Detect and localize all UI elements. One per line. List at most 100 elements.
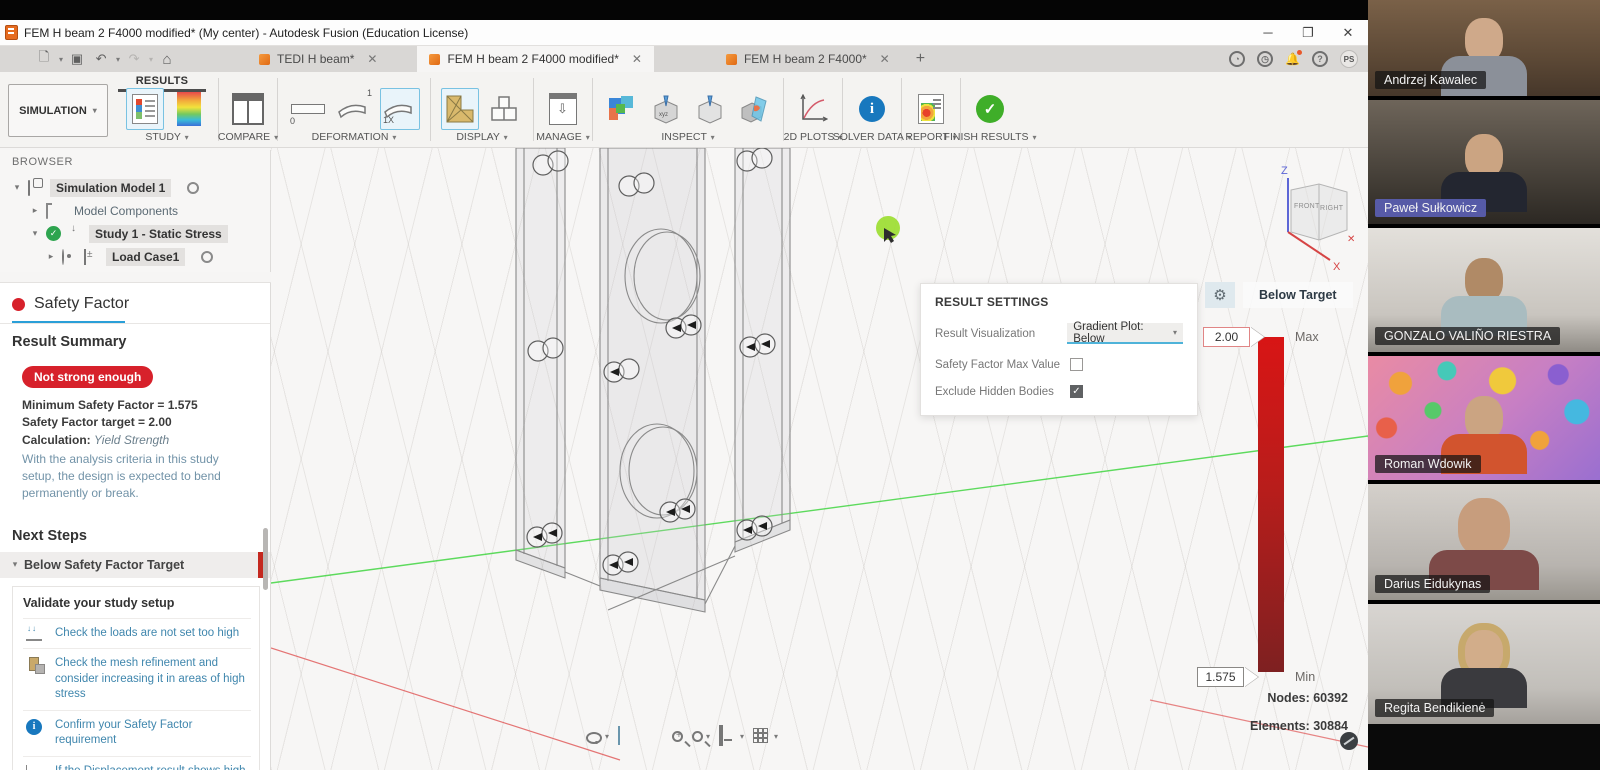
step-confirm-requirement[interactable]: i Confirm your Safety Factor requirement: [23, 710, 251, 756]
restore-button[interactable]: ❐: [1288, 20, 1328, 45]
tree-item-study1[interactable]: ▾ ✓ Study 1 - Static Stress: [12, 222, 270, 245]
workspace-switcher[interactable]: SIMULATION▾: [8, 84, 108, 137]
panel-scrollbar[interactable]: [263, 528, 268, 590]
report-icon: [918, 94, 944, 124]
tree-item-model-components[interactable]: ▸ Model Components: [12, 199, 270, 222]
pan-button[interactable]: [645, 727, 663, 745]
display-plain-button[interactable]: [485, 88, 523, 130]
chevron-down-icon[interactable]: ▾: [59, 55, 63, 64]
plain-display-icon: [491, 96, 517, 122]
group-label-compare[interactable]: COMPARE ▾: [218, 131, 278, 143]
group-label-display[interactable]: DISPLAY ▾: [456, 131, 507, 143]
legend-max-input[interactable]: 2.00: [1203, 327, 1250, 347]
solver-data-button[interactable]: i: [853, 88, 891, 130]
look-at-button[interactable]: [618, 727, 636, 745]
chevron-down-icon[interactable]: ▾: [116, 55, 120, 64]
document-cube-icon: [259, 54, 270, 65]
video-tile[interactable]: Paweł Sułkowicz: [1368, 100, 1600, 224]
3d-viewport[interactable]: FRONT RIGHT Z X ✕ RESULT SETTINGS Result…: [271, 148, 1368, 770]
deformation-actual-button[interactable]: 1X: [380, 88, 420, 130]
participant-name: Roman Wdowik: [1375, 455, 1481, 473]
chevron-down-icon[interactable]: ▾: [12, 182, 22, 193]
legend-button[interactable]: [170, 88, 208, 130]
2d-plots-button[interactable]: [794, 88, 832, 130]
display-settings-button[interactable]: ▾: [719, 727, 744, 745]
doc-tab-tedi-h-beam[interactable]: TEDI H beam* ✕: [247, 46, 389, 72]
grid-icon: [753, 728, 771, 746]
result-visualization-dropdown[interactable]: Gradient Plot: Below ▾: [1067, 323, 1183, 344]
job-status-icon[interactable]: ◷: [1257, 51, 1273, 67]
manage-button[interactable]: [544, 88, 582, 130]
ribbon-group-compare: COMPARE ▾: [219, 72, 277, 147]
video-tile[interactable]: GONZALO VALIÑO RIESTRA: [1368, 228, 1600, 352]
video-tile[interactable]: Darius Eidukynas: [1368, 484, 1600, 600]
legend-settings-button[interactable]: ⚙: [1205, 282, 1235, 308]
close-icon[interactable]: ✕: [880, 52, 890, 66]
group-label-finish-results[interactable]: FINISH RESULTS ▾: [944, 131, 1037, 143]
video-tile[interactable]: Roman Wdowik: [1368, 356, 1600, 480]
x-axis-line: [271, 648, 620, 760]
view-cube[interactable]: [1288, 178, 1347, 260]
file-menu-icon[interactable]: 🗋: [34, 49, 54, 69]
group-label-solver-data[interactable]: SOLVER DATA ▾: [833, 131, 912, 143]
group-label-manage[interactable]: MANAGE ▾: [536, 131, 589, 143]
chevron-down-icon[interactable]: ▾: [30, 228, 40, 239]
inspect-results-button[interactable]: [603, 88, 641, 130]
app-launcher-icon[interactable]: [10, 49, 30, 69]
step-check-loads[interactable]: Check the loads are not set too high: [23, 618, 251, 649]
activate-radio[interactable]: [187, 182, 199, 194]
close-button[interactable]: ✕: [1328, 20, 1368, 45]
doc-tab-fem-f4000[interactable]: FEM H beam 2 F4000* ✕: [714, 46, 902, 72]
undo-icon[interactable]: ↶: [91, 49, 111, 69]
close-icon[interactable]: ✕: [632, 52, 642, 66]
display-mesh-button[interactable]: [441, 88, 479, 130]
chevron-down-icon: ▾: [504, 133, 508, 142]
chevron-right-icon[interactable]: ▸: [30, 205, 40, 216]
save-icon[interactable]: ▣: [67, 49, 87, 69]
below-target-collapse[interactable]: ▾ Below Safety Factor Target: [0, 552, 270, 578]
group-label-study[interactable]: STUDY ▾: [145, 131, 188, 143]
finish-results-button[interactable]: ✓: [971, 88, 1009, 130]
eye-icon[interactable]: [62, 249, 64, 265]
report-button[interactable]: [912, 88, 950, 130]
deformation-none-button[interactable]: 0: [288, 88, 328, 130]
doc-tab-fem-modified[interactable]: FEM H beam 2 F4000 modified* ✕: [417, 46, 653, 72]
viewcube-right-label[interactable]: RIGHT: [1320, 205, 1343, 212]
account-avatar[interactable]: PS: [1340, 50, 1358, 68]
viewcube-front-label[interactable]: FRONT: [1294, 203, 1320, 210]
fit-button[interactable]: ▾: [692, 731, 710, 742]
safety-factor-max-checkbox[interactable]: [1070, 358, 1083, 371]
extensions-icon[interactable]: ◔: [1229, 51, 1245, 67]
group-label-inspect[interactable]: INSPECT ▾: [661, 131, 714, 143]
minimize-button[interactable]: ─: [1248, 20, 1288, 45]
close-icon[interactable]: ✕: [367, 52, 377, 66]
group-label-deformation[interactable]: DEFORMATION ▾: [312, 131, 397, 143]
tree-item-load-case1[interactable]: ▸ Load Case1: [12, 245, 270, 268]
redo-icon[interactable]: ↷: [124, 49, 144, 69]
chevron-right-icon[interactable]: ▸: [46, 251, 56, 262]
close-icon[interactable]: ✕: [1347, 234, 1355, 245]
orbit-button[interactable]: ▾: [586, 729, 609, 744]
help-icon[interactable]: ?: [1312, 51, 1328, 67]
nonlinear-chart-icon: [26, 765, 42, 770]
exclude-hidden-bodies-checkbox[interactable]: ✓: [1070, 385, 1083, 398]
step-nonlinear-study[interactable]: If the Displacement result shows high di…: [23, 756, 251, 770]
inspect-probe-button[interactable]: [691, 88, 729, 130]
video-tile[interactable]: Andrzej Kawalec: [1368, 0, 1600, 96]
video-tile[interactable]: Regita Bendikienė: [1368, 604, 1600, 724]
activate-radio[interactable]: [201, 251, 213, 263]
deformation-scaled-button[interactable]: 1: [334, 88, 374, 130]
h-beam-model[interactable]: [516, 148, 790, 612]
step-check-mesh[interactable]: Check the mesh refinement and consider i…: [23, 648, 251, 710]
study-report-button[interactable]: [126, 88, 164, 130]
compare-button[interactable]: [229, 88, 267, 130]
zoom-button[interactable]: [672, 731, 683, 742]
home-icon[interactable]: ⌂: [157, 49, 177, 69]
new-tab-icon[interactable]: +: [902, 50, 939, 68]
tree-item-simulation-model[interactable]: ▾ Simulation Model 1: [12, 176, 270, 199]
inspect-slice-button[interactable]: [735, 88, 773, 130]
grid-settings-button[interactable]: ▾: [753, 726, 778, 746]
notifications-bell-icon[interactable]: 🔔: [1285, 52, 1300, 66]
inspect-point-button[interactable]: xyz: [647, 88, 685, 130]
legend-min-input[interactable]: 1.575: [1197, 667, 1244, 687]
